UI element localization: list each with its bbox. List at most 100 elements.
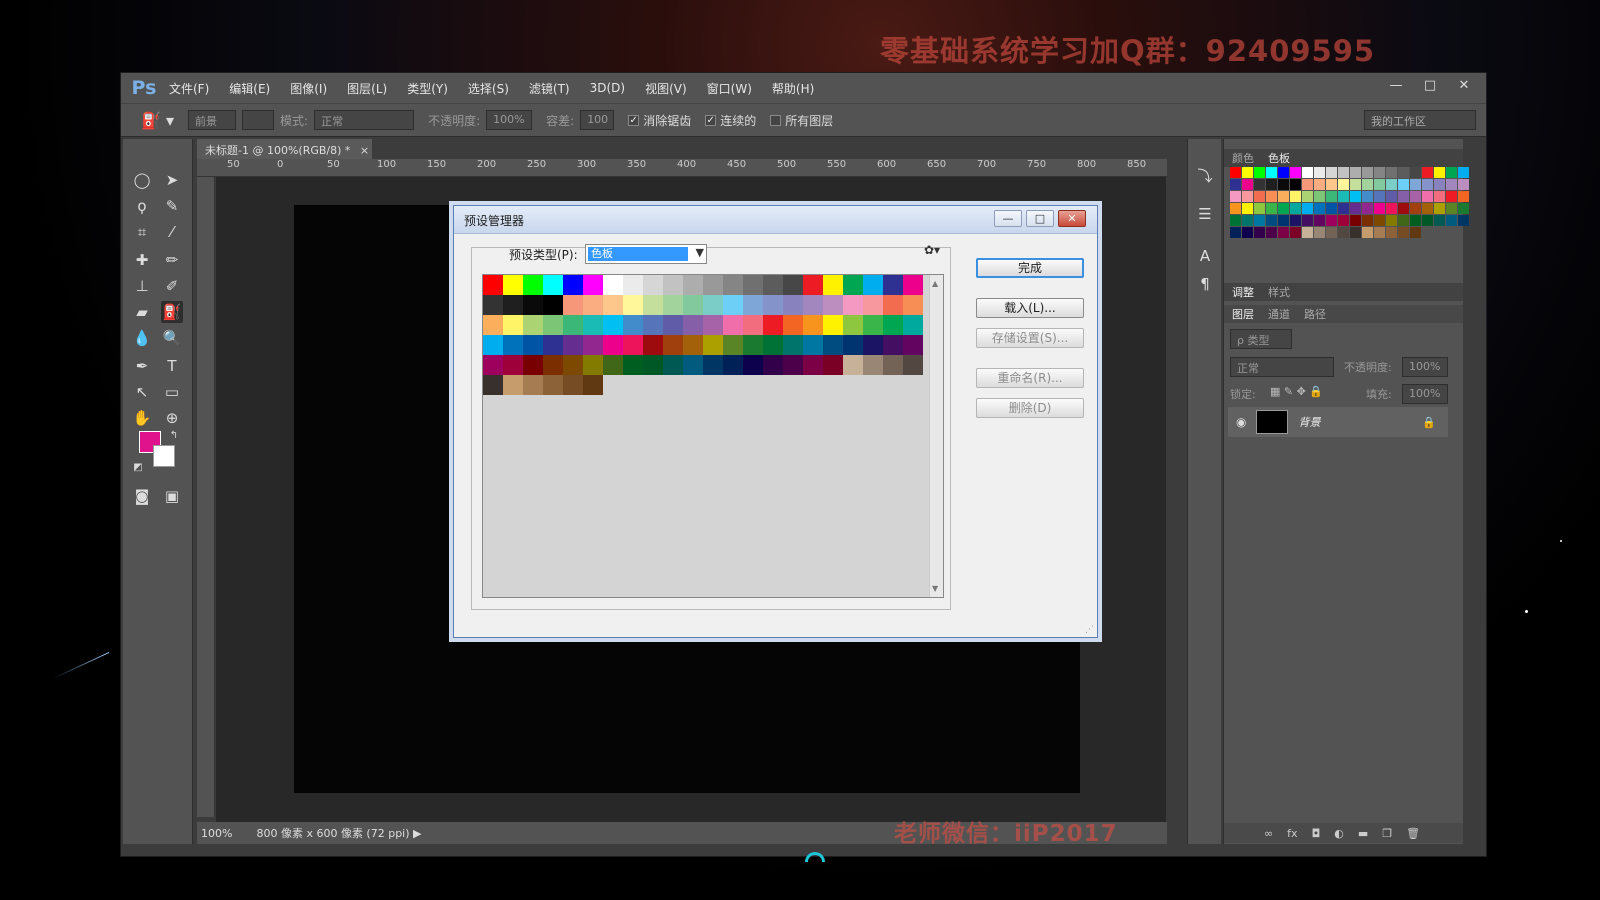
panel-swatch[interactable] bbox=[1242, 227, 1253, 238]
panel-swatch[interactable] bbox=[1314, 191, 1325, 202]
panel-swatch[interactable] bbox=[1314, 167, 1325, 178]
preset-swatch[interactable] bbox=[743, 355, 763, 375]
menu-filter[interactable]: 滤镜(T) bbox=[527, 80, 572, 97]
panel-swatch[interactable] bbox=[1374, 227, 1385, 238]
document-tab[interactable]: 未标题-1 @ 100%(RGB/8) * × bbox=[197, 139, 372, 159]
panel-swatch[interactable] bbox=[1290, 191, 1301, 202]
tab-styles[interactable]: 样式 bbox=[1268, 284, 1290, 300]
panel-swatch[interactable] bbox=[1230, 167, 1241, 178]
panel-swatch[interactable] bbox=[1434, 179, 1445, 190]
panel-swatch[interactable] bbox=[1410, 215, 1421, 226]
panel-swatch[interactable] bbox=[1326, 191, 1337, 202]
maximize-button[interactable]: □ bbox=[1418, 77, 1442, 95]
tolerance-field[interactable]: 100 bbox=[580, 110, 615, 130]
panel-swatch[interactable] bbox=[1350, 203, 1361, 214]
preset-swatch[interactable] bbox=[583, 315, 603, 335]
preset-swatch[interactable] bbox=[763, 295, 783, 315]
preset-swatch[interactable] bbox=[883, 335, 903, 355]
preset-swatch[interactable] bbox=[663, 335, 683, 355]
tab-channels[interactable]: 通道 bbox=[1268, 306, 1290, 322]
menu-edit[interactable]: 编辑(E) bbox=[227, 80, 272, 97]
panel-swatch[interactable] bbox=[1278, 179, 1289, 190]
panel-swatch[interactable] bbox=[1374, 191, 1385, 202]
layer-opacity-field[interactable]: 100% bbox=[1402, 357, 1448, 377]
panel-swatch[interactable] bbox=[1446, 179, 1457, 190]
preset-swatch[interactable] bbox=[643, 275, 663, 295]
lasso-tool-icon[interactable]: ϙ bbox=[131, 195, 153, 217]
panel-swatch[interactable] bbox=[1398, 167, 1409, 178]
preset-swatch[interactable] bbox=[603, 295, 623, 315]
preset-swatch[interactable] bbox=[743, 335, 763, 355]
panel-swatch[interactable] bbox=[1374, 203, 1385, 214]
panel-swatch[interactable] bbox=[1362, 215, 1373, 226]
panel-swatch[interactable] bbox=[1254, 167, 1265, 178]
panel-swatch[interactable] bbox=[1254, 203, 1265, 214]
panel-swatch[interactable] bbox=[1374, 215, 1385, 226]
preset-swatch[interactable] bbox=[783, 335, 803, 355]
menu-file[interactable]: 文件(F) bbox=[167, 80, 211, 97]
panel-swatch[interactable] bbox=[1242, 191, 1253, 202]
preset-swatch[interactable] bbox=[763, 355, 783, 375]
panel-swatch[interactable] bbox=[1242, 215, 1253, 226]
panel-swatch[interactable] bbox=[1386, 215, 1397, 226]
antialias-checkbox[interactable]: ✓ 消除锯齿 bbox=[628, 112, 691, 129]
panel-swatch[interactable] bbox=[1326, 203, 1337, 214]
preset-swatch[interactable] bbox=[543, 295, 563, 315]
panel-swatch[interactable] bbox=[1230, 203, 1241, 214]
preset-swatch[interactable] bbox=[583, 335, 603, 355]
preset-swatch[interactable] bbox=[563, 375, 583, 395]
clone-stamp-tool-icon[interactable]: ⊥ bbox=[131, 275, 153, 297]
new-group-icon[interactable]: ▬ bbox=[1358, 827, 1368, 840]
preset-swatch[interactable] bbox=[823, 275, 843, 295]
preset-type-dropdown[interactable]: 色板 ▼ bbox=[585, 244, 707, 264]
panel-swatch[interactable] bbox=[1338, 203, 1349, 214]
hand-tool-icon[interactable]: ✋ bbox=[131, 407, 153, 429]
tab-color[interactable]: 颜色 bbox=[1232, 150, 1254, 166]
trash-icon[interactable]: 🗑 bbox=[1406, 827, 1420, 840]
panel-swatch[interactable] bbox=[1350, 215, 1361, 226]
mode-dropdown[interactable]: 正常 bbox=[314, 110, 415, 130]
preset-swatch[interactable] bbox=[783, 275, 803, 295]
preset-swatch[interactable] bbox=[723, 295, 743, 315]
panel-swatch[interactable] bbox=[1242, 167, 1253, 178]
panel-swatch[interactable] bbox=[1278, 167, 1289, 178]
preset-swatch[interactable] bbox=[523, 275, 543, 295]
panel-swatch[interactable] bbox=[1410, 179, 1421, 190]
close-tab-icon[interactable]: × bbox=[360, 144, 369, 157]
preset-swatch[interactable] bbox=[603, 275, 623, 295]
preset-swatch[interactable] bbox=[703, 315, 723, 335]
panel-swatch[interactable] bbox=[1278, 215, 1289, 226]
opacity-field[interactable]: 100% bbox=[486, 110, 533, 130]
panel-swatch[interactable] bbox=[1314, 227, 1325, 238]
panel-swatch[interactable] bbox=[1242, 179, 1253, 190]
panel-swatch[interactable] bbox=[1266, 227, 1277, 238]
preset-swatch[interactable] bbox=[703, 295, 723, 315]
preset-swatch[interactable] bbox=[903, 275, 923, 295]
preset-swatch[interactable] bbox=[563, 275, 583, 295]
panel-swatch[interactable] bbox=[1422, 203, 1433, 214]
rename-button[interactable]: 重命名(R)... bbox=[976, 368, 1084, 388]
preset-swatch[interactable] bbox=[503, 375, 523, 395]
panel-swatch[interactable] bbox=[1302, 191, 1313, 202]
panel-swatch[interactable] bbox=[1254, 215, 1265, 226]
panel-swatch[interactable] bbox=[1458, 191, 1469, 202]
preset-swatch[interactable] bbox=[483, 315, 503, 335]
preset-swatch[interactable] bbox=[623, 295, 643, 315]
preset-swatch[interactable] bbox=[783, 315, 803, 335]
preset-swatch[interactable] bbox=[843, 315, 863, 335]
preset-swatch[interactable] bbox=[723, 335, 743, 355]
preset-swatch[interactable] bbox=[843, 335, 863, 355]
preset-swatch[interactable] bbox=[763, 335, 783, 355]
panel-swatch[interactable] bbox=[1266, 167, 1277, 178]
panel-swatch[interactable] bbox=[1326, 179, 1337, 190]
brush-tool-icon[interactable]: ✏ bbox=[161, 249, 183, 271]
panel-swatch[interactable] bbox=[1434, 215, 1445, 226]
panel-swatch[interactable] bbox=[1338, 167, 1349, 178]
preset-swatch[interactable] bbox=[663, 295, 683, 315]
preset-swatch[interactable] bbox=[903, 335, 923, 355]
preset-swatch[interactable] bbox=[683, 275, 703, 295]
panel-swatch[interactable] bbox=[1290, 227, 1301, 238]
panel-swatch[interactable] bbox=[1362, 191, 1373, 202]
preset-swatch[interactable] bbox=[543, 275, 563, 295]
type-tool-icon[interactable]: T bbox=[161, 355, 183, 377]
